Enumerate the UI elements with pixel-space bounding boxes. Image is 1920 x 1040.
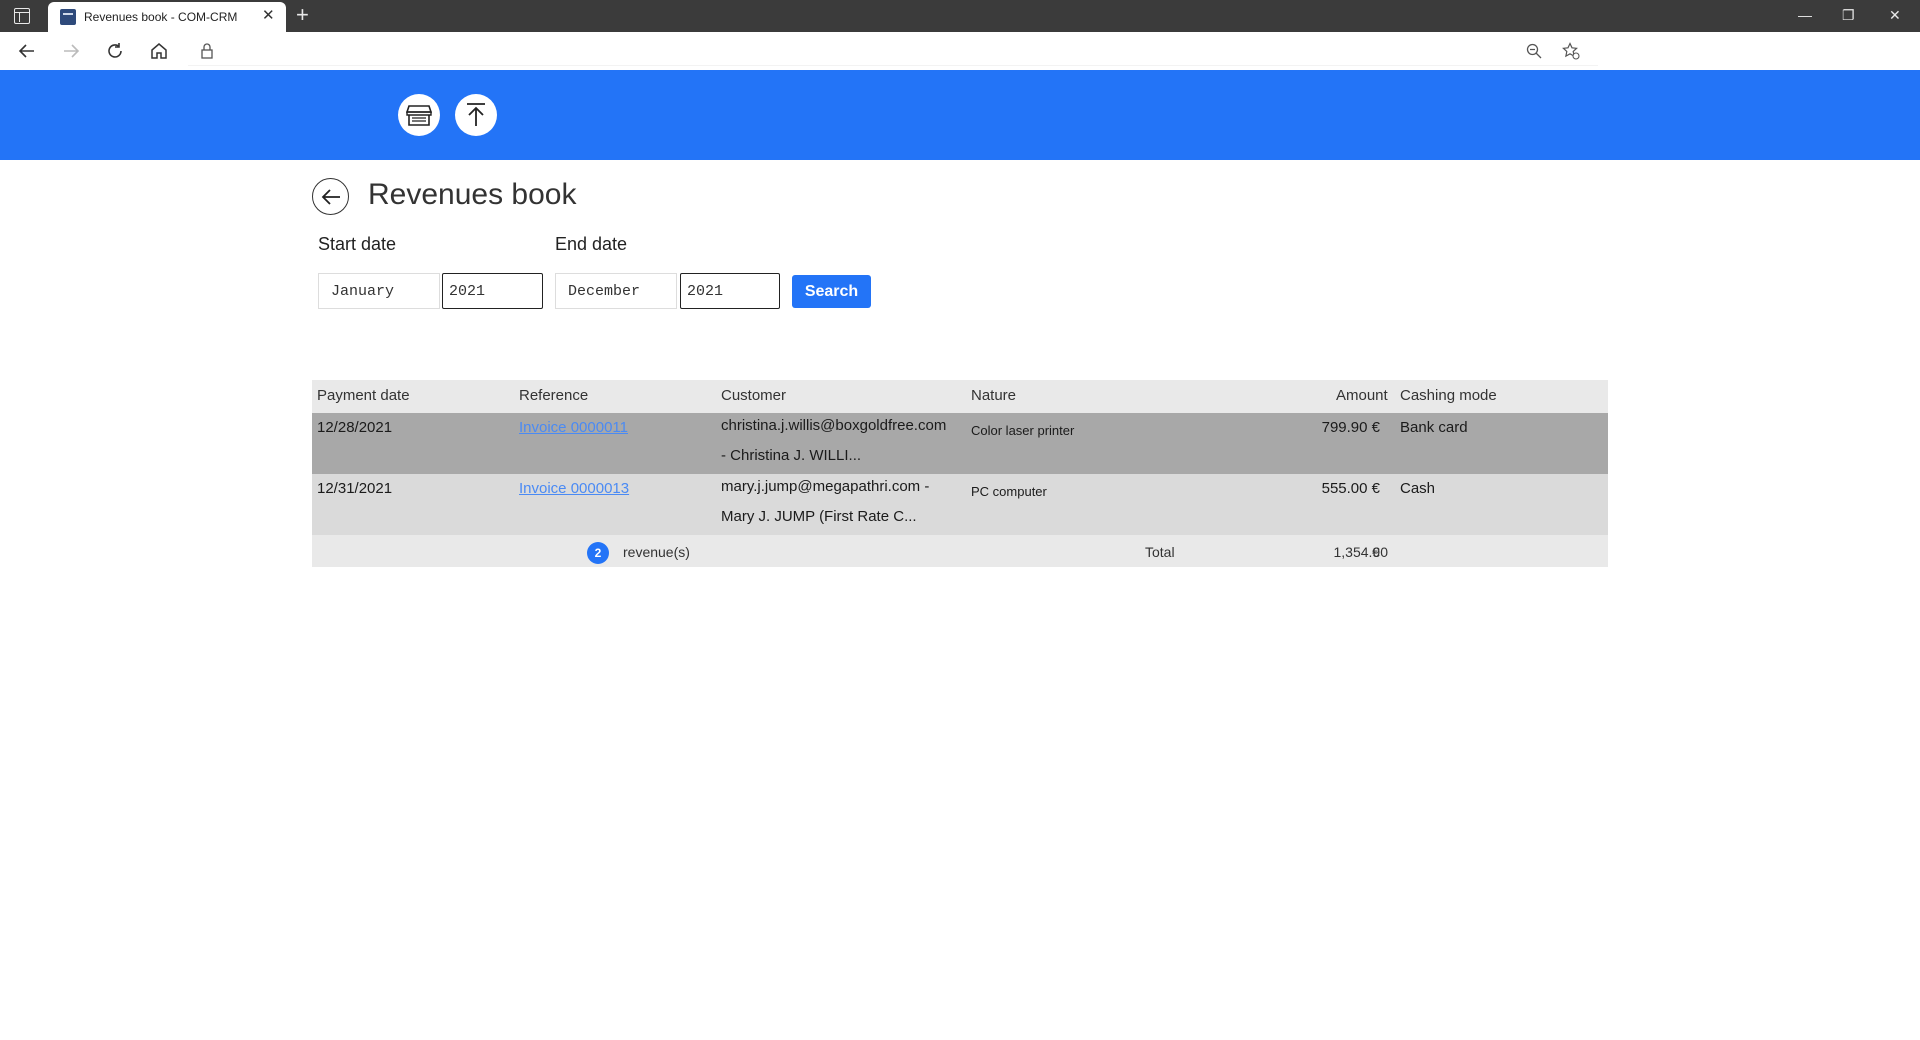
favorites-star-icon[interactable]: [1562, 42, 1580, 65]
revenue-count-label: revenue(s): [623, 544, 690, 560]
cashing-mode: Bank card: [1400, 419, 1468, 436]
start-date-label: Start date: [318, 234, 397, 254]
back-button[interactable]: [312, 178, 349, 215]
header-cashing-mode[interactable]: Cashing mode: [1400, 387, 1497, 404]
start-month-select[interactable]: January: [318, 273, 440, 309]
close-window-button[interactable]: ✕: [1889, 7, 1901, 23]
upload-icon[interactable]: [455, 94, 497, 136]
customer-email: christina.j.willis@boxgoldfree.com: [721, 417, 947, 434]
app-header: [0, 70, 1920, 160]
header-nature[interactable]: Nature: [971, 387, 1016, 404]
end-date-label: End date: [555, 234, 628, 254]
revenue-count-badge: 2: [587, 542, 609, 564]
customer-cell: christina.j.willis@boxgoldfree.com - Chr…: [721, 411, 946, 471]
reference-link[interactable]: Invoice 0000011: [519, 419, 628, 437]
site-favicon-icon: [60, 9, 76, 25]
start-year-input[interactable]: 2021: [442, 273, 543, 309]
header-customer[interactable]: Customer: [721, 387, 786, 404]
header-payment-date[interactable]: Payment date: [317, 387, 410, 404]
zoom-out-icon[interactable]: [1526, 43, 1542, 64]
tab-title: Revenues book - COM-CRM: [84, 10, 238, 24]
header-reference[interactable]: Reference: [519, 387, 588, 404]
address-bar[interactable]: [188, 36, 1598, 66]
nature: PC computer: [971, 484, 1047, 499]
store-icon[interactable]: [398, 94, 440, 136]
total-label: Total: [1145, 544, 1175, 560]
page-title: Revenues book: [368, 178, 577, 211]
table-header: Payment date Reference Customer Nature A…: [312, 380, 1608, 413]
forward-arrow-icon[interactable]: [58, 38, 84, 64]
payment-date: 12/28/2021: [317, 419, 393, 436]
reference-link[interactable]: Invoice 0000013: [519, 480, 629, 498]
table-footer: 2 revenue(s) Total 1,354.90 €: [312, 535, 1608, 567]
table-row[interactable]: 12/28/2021 Invoice 0000011 christina.j.w…: [312, 413, 1608, 474]
browser-toolbar: [0, 32, 1920, 70]
browser-titlebar: Revenues book - COM-CRM ✕ + — ❐ ✕: [0, 0, 1920, 32]
revenues-table: Payment date Reference Customer Nature A…: [312, 380, 1608, 567]
refresh-icon[interactable]: [102, 38, 128, 64]
new-tab-button[interactable]: +: [296, 2, 309, 28]
amount: 555.00 €: [1321, 480, 1380, 497]
minimize-button[interactable]: —: [1798, 7, 1812, 23]
end-month-select[interactable]: December: [555, 273, 677, 309]
customer-name: Mary J. JUMP (First Rate C...: [721, 508, 917, 525]
customer-cell: mary.j.jump@megapathri.com - Mary J. JUM…: [721, 472, 929, 532]
nature: Color laser printer: [971, 423, 1075, 438]
payment-date: 12/31/2021: [317, 480, 393, 497]
customer-name: - Christina J. WILLI...: [721, 447, 862, 464]
cashing-mode: Cash: [1400, 480, 1436, 497]
search-button[interactable]: Search: [792, 275, 871, 308]
customer-email: mary.j.jump@megapathri.com -: [721, 478, 930, 495]
end-year-input[interactable]: 2021: [680, 273, 780, 309]
home-icon[interactable]: [146, 38, 172, 64]
close-tab-icon[interactable]: ✕: [262, 7, 275, 25]
amount: 799.90 €: [1321, 419, 1380, 436]
back-arrow-icon[interactable]: [14, 38, 40, 64]
total-currency: €: [1372, 544, 1380, 560]
browser-tab[interactable]: Revenues book - COM-CRM ✕: [48, 2, 286, 32]
table-row[interactable]: 12/31/2021 Invoice 0000013 mary.j.jump@m…: [312, 474, 1608, 535]
lock-icon: [200, 43, 214, 64]
header-amount[interactable]: Amount: [1336, 387, 1388, 404]
restore-button[interactable]: ❐: [1842, 7, 1855, 23]
tab-actions-icon[interactable]: [14, 8, 30, 24]
